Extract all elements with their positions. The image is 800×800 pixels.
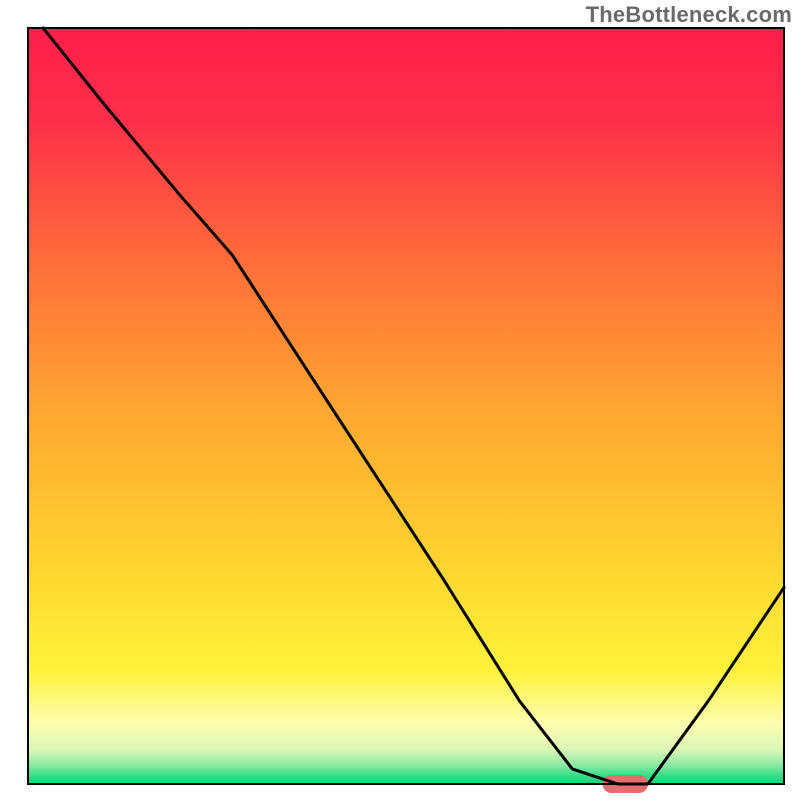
bottleneck-chart <box>0 0 800 800</box>
chart-container: TheBottleneck.com <box>0 0 800 800</box>
gradient-background <box>28 28 784 784</box>
